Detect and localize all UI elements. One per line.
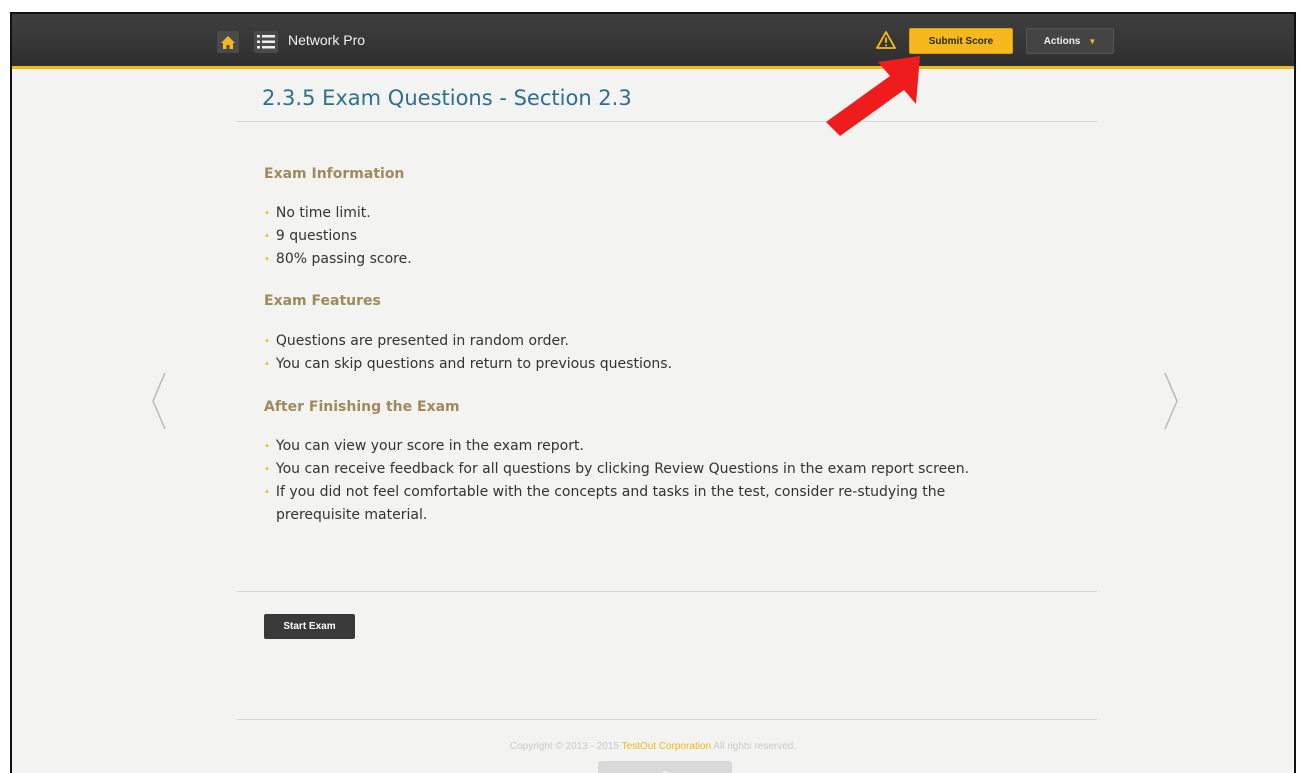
previous-arrow-icon[interactable] (147, 369, 171, 433)
list-item-continuation: prerequisite material. (276, 507, 428, 523)
bullet-icon: • (264, 441, 270, 452)
start-exam-button[interactable]: Start Exam (264, 614, 355, 639)
footer: Copyright © 2013 - 2015 TestOut Corporat… (12, 741, 1294, 752)
bullet-icon: • (264, 487, 270, 498)
next-arrow-icon[interactable] (1159, 369, 1183, 433)
top-bar: Network Pro Submit Score Actions ▼ (12, 14, 1294, 69)
content-divider (237, 591, 1097, 592)
red-pointer-arrow-icon (826, 56, 920, 136)
bullet-icon: • (264, 254, 270, 265)
list-item: • If you did not feel comfortable with th… (264, 484, 946, 500)
list-item: • Questions are presented in random order… (264, 333, 569, 349)
actions-label: Actions (1043, 35, 1081, 47)
bullet-icon: • (264, 231, 270, 242)
list-icon (257, 35, 275, 49)
section-heading-exam-features: Exam Features (264, 293, 381, 309)
list-item: • You can receive feedback for all questi… (264, 461, 970, 477)
warning-icon[interactable] (876, 30, 896, 50)
bottom-panel-tab[interactable] (598, 761, 732, 773)
bullet-icon: • (264, 336, 270, 347)
footer-divider (237, 719, 1097, 720)
title-divider (237, 121, 1097, 122)
list-item: • You can skip questions and return to pr… (264, 356, 673, 372)
actions-dropdown[interactable]: Actions ▼ (1026, 28, 1114, 54)
app-title: Network Pro (288, 32, 366, 48)
list-item: • No time limit. (264, 205, 371, 221)
section-heading-exam-information: Exam Information (264, 166, 405, 182)
section-heading-after-finishing: After Finishing the Exam (264, 399, 460, 415)
list-item: • 9 questions (264, 228, 358, 244)
bullet-icon: • (264, 464, 270, 475)
app-window: Network Pro Submit Score Actions ▼ 2.3.5… (10, 12, 1296, 773)
list-item: • 80% passing score. (264, 251, 412, 267)
bullet-icon: • (264, 359, 270, 370)
bullet-icon: • (264, 208, 270, 219)
brand-link[interactable]: TestOut Corporation (622, 741, 712, 752)
home-button[interactable] (217, 31, 239, 53)
chevron-up-icon (660, 770, 670, 773)
copyright-text: Copyright © 2013 - 2015 (509, 741, 619, 752)
menu-button[interactable] (254, 31, 278, 53)
page-title: 2.3.5 Exam Questions - Section 2.3 (262, 86, 632, 110)
caret-down-icon: ▼ (1088, 36, 1097, 46)
rights-text: All rights reserved. (713, 741, 797, 752)
list-item: • You can view your score in the exam rep… (264, 438, 584, 454)
home-icon (221, 35, 235, 49)
